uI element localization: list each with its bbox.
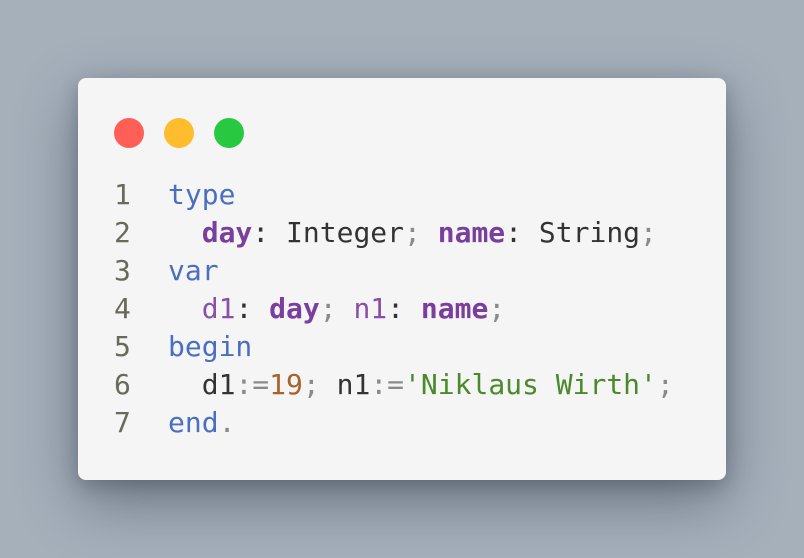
window-controls <box>114 118 244 148</box>
code-text: d1:=19; n1:='Niklaus Wirth'; <box>168 366 674 404</box>
code-text: day: Integer; name: String; <box>168 214 657 252</box>
code-token: end <box>168 406 219 439</box>
code-line: 6 d1:=19; n1:='Niklaus Wirth'; <box>114 366 674 404</box>
code-token: type <box>168 178 236 211</box>
code-token: ; <box>319 292 337 325</box>
maximize-button[interactable] <box>214 118 244 148</box>
line-number: 6 <box>114 368 131 401</box>
code-token: := <box>235 368 270 401</box>
code-line: 2 day: Integer; name: String; <box>114 214 674 252</box>
code-token: := <box>370 368 405 401</box>
code-token: ; <box>640 216 657 249</box>
code-token: ; <box>488 292 506 325</box>
code-token: 19 <box>269 368 303 401</box>
code-token: name <box>420 292 489 325</box>
code-line: 7 end. <box>114 404 674 442</box>
code-window: 1 type 2 day: Integer; name: String; 3 var 4 … <box>78 78 726 480</box>
line-number: 3 <box>114 254 131 287</box>
code-token: n1 <box>353 292 388 325</box>
code-text: end. <box>168 404 235 442</box>
code-token: d1 <box>201 292 236 325</box>
line-number: 4 <box>114 292 131 325</box>
code-line: 4 d1: day; n1: name; <box>114 290 674 328</box>
line-number: 7 <box>114 406 131 439</box>
code-token: : String <box>505 216 641 249</box>
code-token: begin <box>168 330 253 363</box>
code-token: ; <box>302 368 320 401</box>
minimize-button[interactable] <box>164 118 194 148</box>
code-token: n1 <box>319 368 371 401</box>
line-number: 5 <box>114 330 131 363</box>
code-token: name <box>437 216 506 249</box>
code-text: begin <box>168 328 252 366</box>
code-line: 3 var <box>114 252 674 290</box>
code-line: 1 type <box>114 176 674 214</box>
code-token: var <box>168 254 219 287</box>
line-number: 1 <box>114 178 131 211</box>
code-token: 'Niklaus Wirth' <box>404 368 657 401</box>
code-token: ; <box>404 216 421 249</box>
code-token: : Integer <box>252 216 405 249</box>
code-token: : <box>235 292 270 325</box>
code-token: d1 <box>168 368 236 401</box>
code-text: d1: day; n1: name; <box>168 290 505 328</box>
code-text: type <box>168 176 235 214</box>
code-block: 1 type 2 day: Integer; name: String; 3 var 4 … <box>114 176 674 442</box>
close-button[interactable] <box>114 118 144 148</box>
code-token: day <box>269 292 320 325</box>
code-token: : <box>387 292 421 325</box>
line-number: 2 <box>114 216 131 249</box>
code-token: ; <box>656 368 674 401</box>
code-text: var <box>168 252 219 290</box>
code-line: 5 begin <box>114 328 674 366</box>
code-token: . <box>218 406 236 439</box>
code-token: day <box>201 216 253 249</box>
